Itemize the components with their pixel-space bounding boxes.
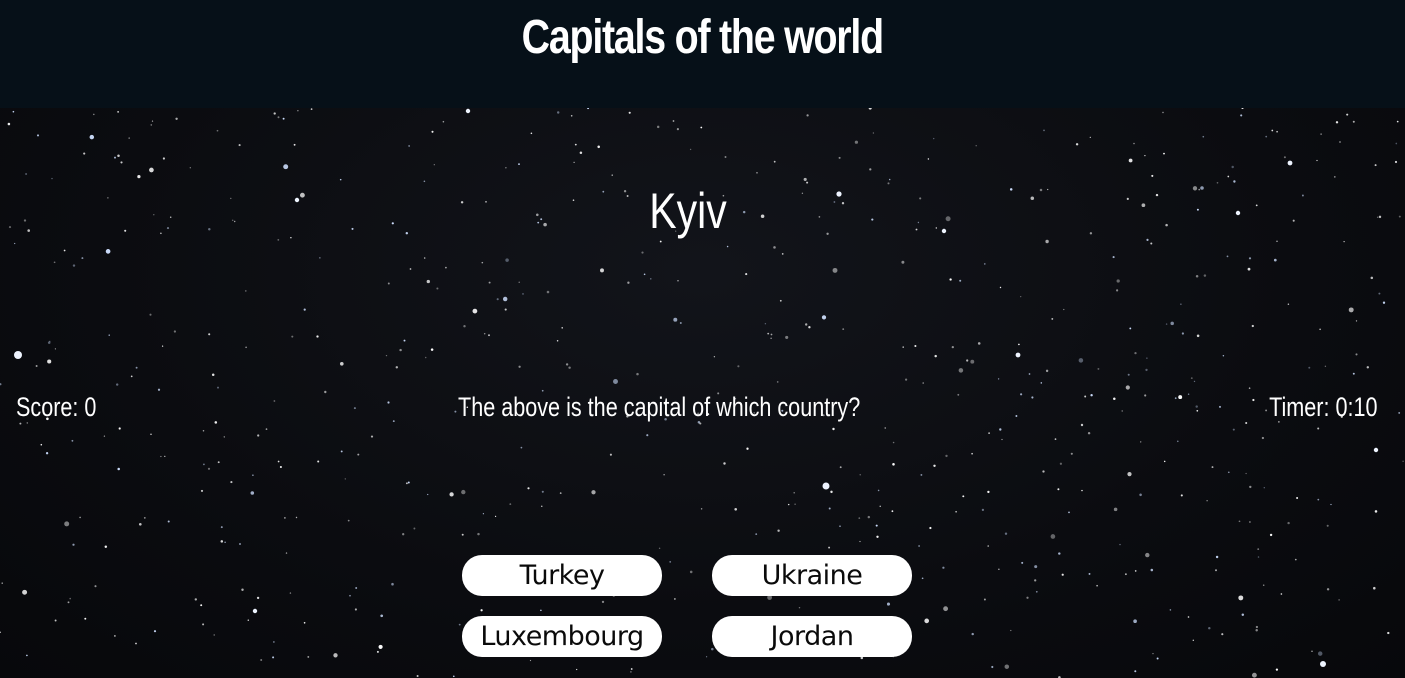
- info-row: Score: 0 The above is the capital of whi…: [0, 392, 1405, 432]
- answer-button-4[interactable]: Jordan: [712, 616, 912, 657]
- capital-name: Kyiv: [649, 183, 727, 239]
- score-display: Score: 0: [16, 392, 97, 422]
- header-bar: Capitals of the world: [0, 0, 1405, 108]
- answer-button-3[interactable]: Luxembourg: [462, 616, 662, 657]
- question-text: The above is the capital of which countr…: [458, 392, 861, 422]
- answer-grid: Turkey Ukraine Luxembourg Jordan: [462, 555, 914, 657]
- page-title: Capitals of the world: [521, 11, 884, 64]
- answer-button-2[interactable]: Ukraine: [712, 555, 912, 596]
- answer-button-1[interactable]: Turkey: [462, 555, 662, 596]
- timer-display: Timer: 0:10: [1269, 392, 1378, 422]
